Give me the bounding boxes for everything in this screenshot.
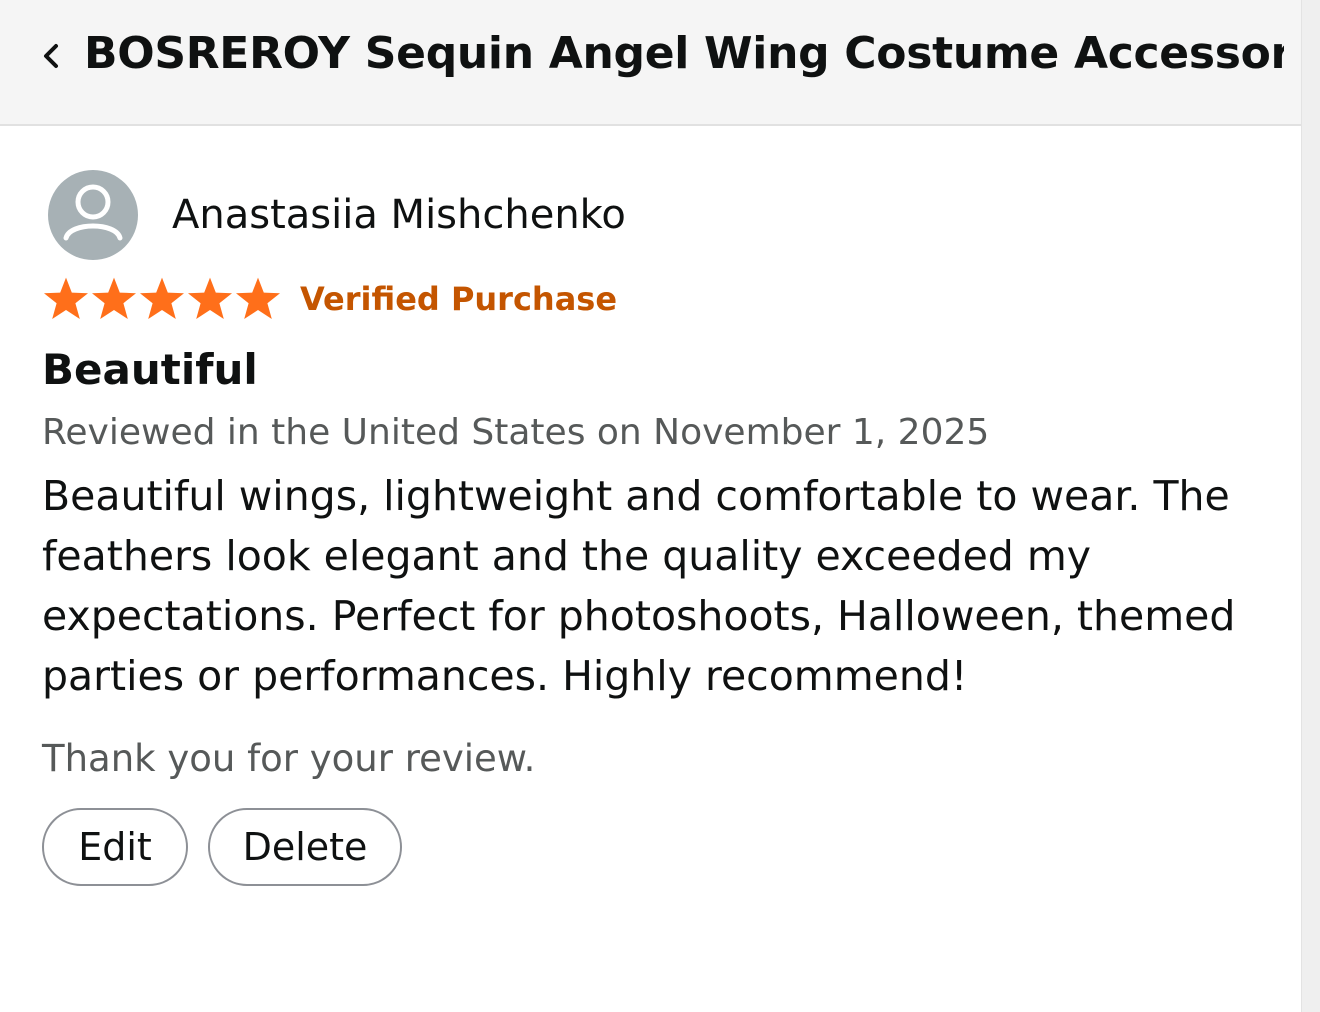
review-body: Beautiful wings, lightweight and comfort… — [42, 472, 1236, 700]
review-title: Beautiful — [42, 345, 258, 394]
verified-purchase-badge: Verified Purchase — [300, 280, 618, 318]
star-icon — [236, 277, 280, 319]
edit-button[interactable]: Edit — [42, 808, 188, 886]
avatar — [48, 170, 138, 260]
page-title: BOSREROY Sequin Angel Wing Costume Acces… — [84, 28, 1284, 79]
review-actions: Edit Delete — [42, 808, 1282, 886]
chevron-left-icon — [44, 44, 58, 68]
rating-row: Verified Purchase — [42, 274, 1282, 324]
reviewer-name: Anastasiia Mishchenko — [172, 192, 626, 238]
review-card: Anastasiia Mishchenko Verified Purchase … — [42, 168, 1282, 886]
thank-you-message: Thank you for your review. — [42, 737, 536, 780]
star-icon — [140, 277, 184, 319]
star-icon — [92, 277, 136, 319]
back-button[interactable] — [34, 36, 68, 76]
star-icon — [44, 277, 88, 319]
header-bar: BOSREROY Sequin Angel Wing Costume Acces… — [0, 0, 1302, 126]
star-icon — [188, 277, 232, 319]
delete-button[interactable]: Delete — [208, 808, 402, 886]
star-rating — [42, 276, 282, 322]
scrollbar[interactable] — [1301, 0, 1320, 1012]
review-page: BOSREROY Sequin Angel Wing Costume Acces… — [0, 0, 1320, 1012]
reviewer-row: Anastasiia Mishchenko — [42, 168, 1282, 262]
default-user-avatar-icon — [63, 184, 123, 241]
review-date: Reviewed in the United States on Novembe… — [42, 412, 990, 453]
